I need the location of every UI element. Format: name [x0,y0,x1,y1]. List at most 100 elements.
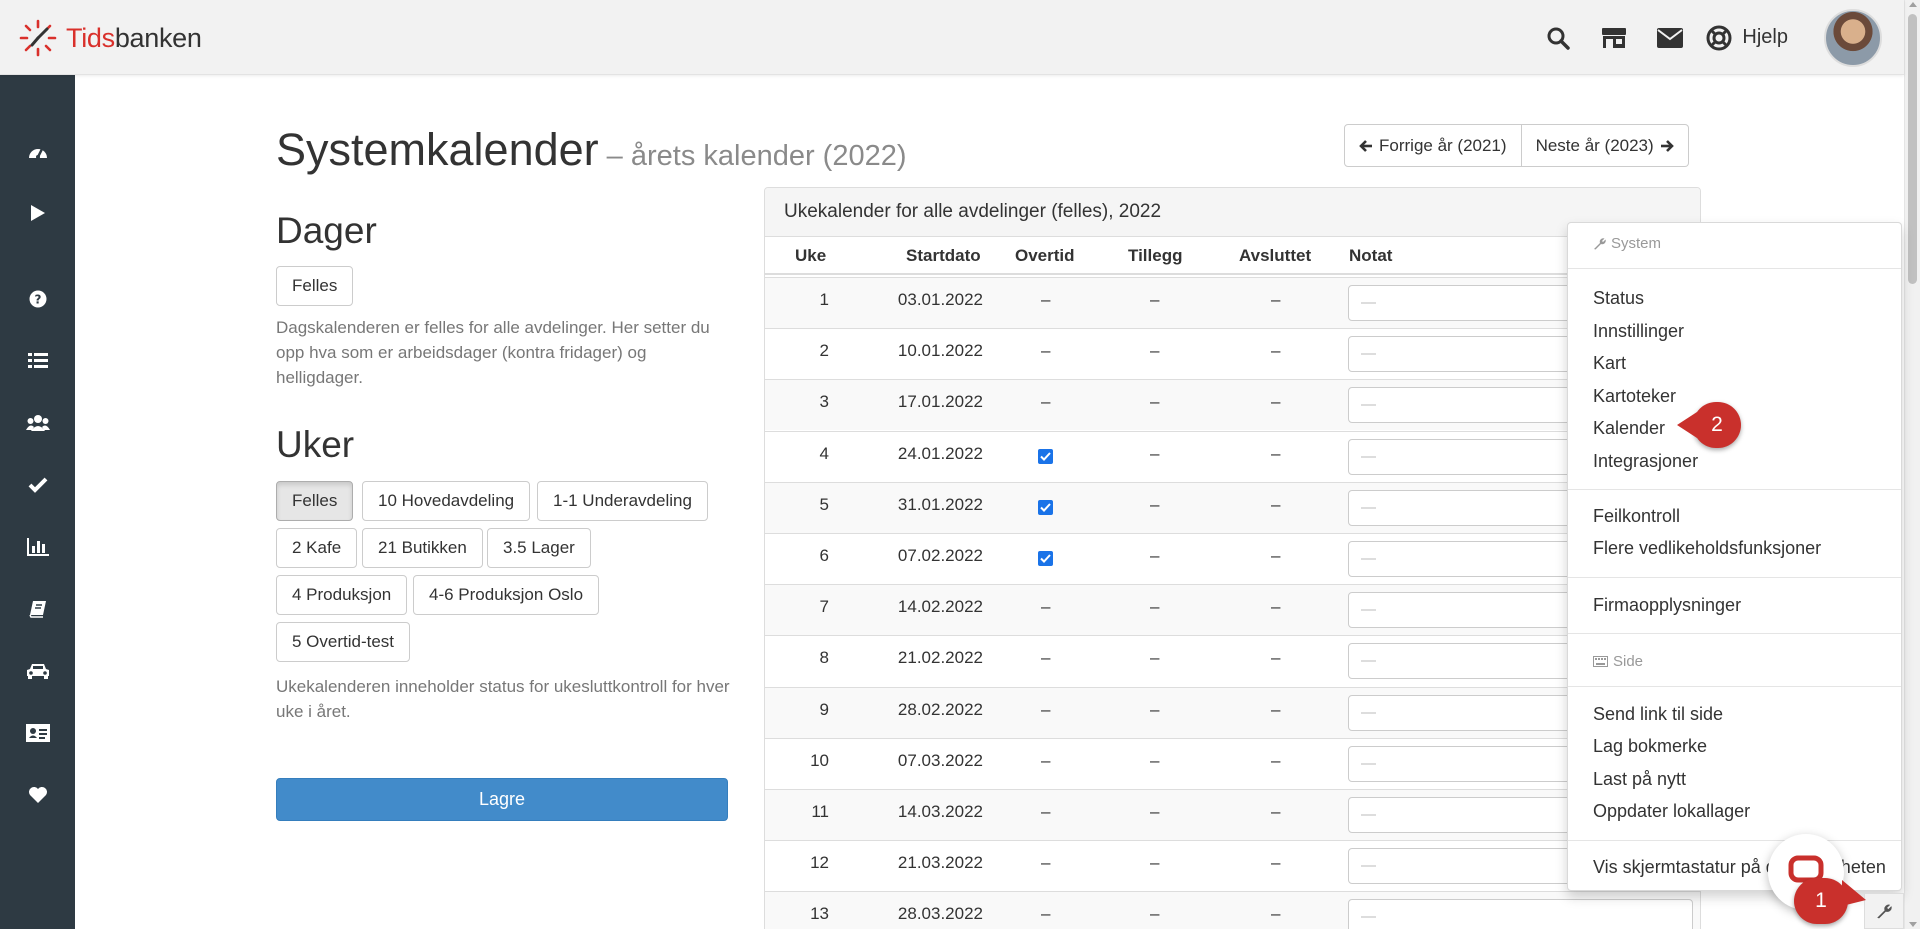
arrow-right-icon [1660,139,1674,152]
logo[interactable]: Tidsbanken [18,18,202,58]
cell-tillegg: – [1150,494,1160,514]
dept-button-2-kafe[interactable]: 2 Kafe [276,528,358,568]
menu-item-flere-vedlikeholdsfunksjoner[interactable]: Flere vedlikeholdsfunksjoner [1593,538,1821,559]
menu-header-system: System [1593,235,1661,252]
note-input[interactable]: — [1348,899,1693,929]
tidsbanken-logo-icon [19,19,57,57]
week-calendar-panel: Ukekalender for alle avdelinger (felles)… [764,187,1701,929]
cell-tillegg: – [1150,597,1160,617]
cell-avsluttet: – [1271,904,1281,924]
users-icon [25,415,50,431]
lifebuoy-icon [1706,25,1732,50]
table-row: 9 28.02.2022– – – — [765,686,1700,738]
next-year-button[interactable]: Neste år (2023) [1521,124,1689,167]
sidebar-item-list[interactable] [0,341,75,381]
system-menu-toggle[interactable] [1864,893,1904,929]
col-header-startdato: Startdato [906,246,981,265]
sidebar-item-tasks[interactable] [0,465,75,505]
dept-button-10-hovedavdeling[interactable]: 10 Hovedavdeling [362,481,531,521]
menu-item-last-paa-nytt[interactable]: Last på nytt [1593,769,1686,790]
envelope-icon [1657,27,1684,48]
menu-divider [1568,686,1901,687]
menu-divider [1568,577,1901,578]
sidebar-item-play[interactable] [0,193,75,233]
year-navigation: Forrige år (2021) Neste år (2023) [1344,124,1689,167]
sidebar-item-reports[interactable] [0,527,75,567]
sidebar-item-book[interactable] [0,589,75,629]
dept-button-5-overtid-test[interactable]: 5 Overtid-test [276,622,411,662]
callout-marker-1: 1 [1794,878,1848,924]
sidebar-item-id-card[interactable] [0,713,75,753]
overtid-checkbox[interactable] [1038,551,1053,566]
cell-tillegg: – [1150,750,1160,770]
dept-button-3-5-lager[interactable]: 3.5 Lager [487,528,591,568]
cell-tillegg: – [1150,443,1160,463]
panel-heading: Ukekalender for alle avdelinger (felles)… [765,188,1700,237]
sidebar-item-users[interactable] [0,403,75,443]
heart-icon [28,787,47,803]
search-button[interactable] [1530,0,1586,75]
cell-overtid: – [1041,290,1051,309]
cell-startdato: 21.02.2022 [897,648,983,668]
page-scrollbar[interactable] [1904,0,1920,929]
cell-overtid: – [1041,904,1051,924]
save-button[interactable]: Lagre [276,778,728,821]
messages-button[interactable] [1642,0,1698,75]
store-button[interactable] [1586,0,1642,75]
cell-overtid: – [1041,648,1051,668]
avatar[interactable] [1824,8,1882,67]
cell-avsluttet: – [1271,802,1281,821]
menu-item-integrasjoner[interactable]: Integrasjoner [1593,451,1698,472]
scrollbar-thumb[interactable] [1908,14,1917,284]
weeks-help-text: Ukekalenderen inneholder status for ukes… [276,677,730,721]
dept-button-4-6-produksjon-oslo[interactable]: 4-6 Produksjon Oslo [413,575,600,615]
menu-item-send-link[interactable]: Send link til side [1593,704,1723,725]
dashboard-icon [28,148,47,159]
cell-startdato: 28.03.2022 [897,904,983,924]
menu-item-kartoteker[interactable]: Kartoteker [1593,386,1676,407]
cell-tillegg: – [1150,546,1160,565]
menu-item-lag-bokmerke[interactable]: Lag bokmerke [1593,736,1707,757]
menu-item-feilkontroll[interactable]: Feilkontroll [1593,506,1680,527]
col-header-overtid: Overtid [1015,246,1075,265]
sidebar: ? [0,75,75,929]
menu-item-oppdater-lokallager[interactable]: Oppdater lokallager [1593,801,1750,822]
sidebar-item-favorites[interactable] [0,775,75,815]
callout-marker-2: 2 [1693,402,1741,448]
table-row: 7 14.02.2022– – – — [765,584,1700,636]
scroll-up-arrow-icon[interactable] [1909,2,1917,7]
sidebar-item-dashboard[interactable] [0,131,75,171]
overtid-checkbox[interactable] [1038,448,1053,464]
menu-item-kart[interactable]: Kart [1593,353,1626,374]
sidebar-item-car[interactable] [0,651,75,691]
menu-divider [1568,633,1901,634]
dept-button-21-butikken[interactable]: 21 Butikken [362,528,483,568]
wrench-icon [1877,904,1892,919]
dept-button-4-produksjon[interactable]: 4 Produksjon [276,575,408,615]
table-row: 2 10.01.2022– – – — [765,328,1700,379]
cell-tillegg: – [1150,392,1160,412]
cell-avsluttet: – [1271,392,1281,412]
sidebar-item-help[interactable]: ? [0,279,75,319]
prev-year-button[interactable]: Forrige år (2021) [1344,124,1522,167]
table-row: 6 07.02.2022– – — [765,533,1700,584]
table-header: Uke Startdato Overtid Tillegg Avsluttet … [765,237,1700,275]
menu-item-innstillinger[interactable]: Innstillinger [1593,321,1684,342]
days-felles-button[interactable]: Felles [276,266,354,306]
menu-item-status[interactable]: Status [1593,288,1644,309]
table-row: 12 21.03.2022– – – — [765,840,1700,891]
menu-item-firmaopplysninger[interactable]: Firmaopplysninger [1593,595,1741,616]
scroll-down-arrow-icon[interactable] [1909,922,1917,927]
menu-divider [1568,840,1901,841]
logo-text: Tidsbanken [66,22,202,53]
help-link[interactable]: Hjelp [1706,25,1788,51]
cell-tillegg: – [1150,648,1160,668]
dept-button-1-1-underavdeling[interactable]: 1-1 Underavdeling [537,481,708,521]
overtid-checkbox[interactable] [1038,499,1053,515]
dept-button-felles[interactable]: Felles [276,481,354,521]
cell-startdato: 07.02.2022 [897,546,983,565]
cell-avsluttet: – [1271,290,1281,309]
question-icon: ? [29,290,46,308]
cell-startdato: 07.03.2022 [897,750,983,770]
menu-item-kalender[interactable]: Kalender [1593,418,1665,439]
